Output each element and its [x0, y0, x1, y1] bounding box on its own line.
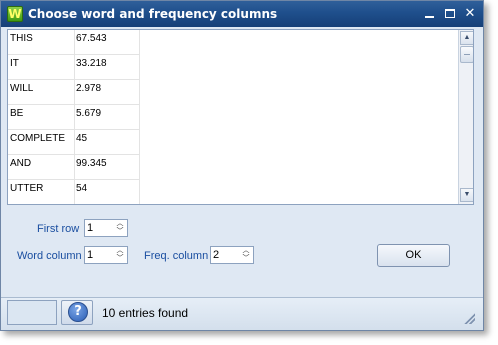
spin-up-icon[interactable]: ︿ [115, 247, 125, 255]
dialog-window: W Choose word and frequency columns ✕ TH… [0, 0, 484, 331]
word-cell: WILL [10, 83, 34, 94]
spin-up-icon[interactable]: ︿ [241, 247, 251, 255]
word-cell: IT [10, 58, 19, 69]
resize-grip-icon[interactable] [463, 312, 475, 324]
scroll-thumb[interactable] [460, 46, 473, 63]
word-column-value[interactable]: 1 [87, 249, 93, 261]
scroll-down-icon: ▼ [463, 191, 471, 198]
window-title: Choose word and frequency columns [28, 7, 278, 21]
first-row-arrows: ︿ ﹀ [115, 220, 125, 236]
table-row[interactable]: BE 5.679 [8, 105, 140, 130]
table-row[interactable]: AND 99.345 [8, 155, 140, 180]
spin-down-icon[interactable]: ﹀ [115, 228, 125, 236]
status-pane [7, 300, 57, 325]
status-bar: ? 10 entries found [1, 297, 483, 330]
first-row-stepper[interactable]: 1 ︿ ﹀ [84, 219, 128, 237]
first-row-value[interactable]: 1 [87, 222, 93, 234]
freq-cell: 67.543 [74, 30, 139, 55]
table-row[interactable]: IT 33.218 [8, 55, 140, 80]
first-row-label: First row [37, 223, 80, 235]
word-cell: COMPLETE [10, 133, 66, 144]
scroll-down-button[interactable]: ▼ [460, 188, 473, 202]
spin-up-icon[interactable]: ︿ [115, 220, 125, 228]
table-row[interactable]: COMPLETE 45 [8, 130, 140, 155]
app-icon: W [7, 6, 23, 22]
vertical-scrollbar[interactable]: ▲ ▼ [458, 30, 473, 204]
maximize-icon [445, 9, 455, 18]
freq-cell: 45 [74, 130, 139, 155]
word-column-label: Word column [17, 250, 82, 262]
word-cell: AND [10, 158, 32, 169]
close-button[interactable]: ✕ [461, 5, 479, 22]
minimize-button[interactable] [421, 5, 439, 22]
freq-column-value[interactable]: 2 [213, 249, 219, 261]
maximize-button[interactable] [441, 5, 459, 22]
spin-down-icon[interactable]: ﹀ [241, 255, 251, 263]
preview-list[interactable]: THIS 67.543 IT 33.218 WILL 2.978 BE 5.67… [7, 29, 474, 205]
spin-down-icon[interactable]: ﹀ [115, 255, 125, 263]
title-bar[interactable]: W Choose word and frequency columns ✕ [1, 1, 483, 27]
preview-grid: THIS 67.543 IT 33.218 WILL 2.978 BE 5.67… [8, 30, 140, 204]
word-cell: THIS [10, 33, 33, 44]
close-icon: ✕ [464, 6, 476, 21]
minimize-icon [425, 16, 434, 18]
table-row[interactable]: THIS 67.543 [8, 30, 140, 55]
scroll-up-button[interactable]: ▲ [460, 31, 473, 45]
word-cell: UTTER [10, 183, 44, 194]
word-column-stepper[interactable]: 1 ︿ ﹀ [84, 246, 128, 264]
table-row[interactable]: WILL 2.978 [8, 80, 140, 105]
freq-cell: 99.345 [74, 155, 139, 180]
ok-button[interactable]: OK [377, 244, 450, 267]
status-message: 10 entries found [102, 306, 189, 320]
table-row[interactable]: UTTER 54 [8, 180, 140, 204]
grid-column-divider [139, 30, 140, 204]
freq-cell: 54 [74, 180, 139, 204]
freq-column-stepper[interactable]: 2 ︿ ﹀ [210, 246, 254, 264]
freq-cell: 33.218 [74, 55, 139, 80]
scroll-up-icon: ▲ [463, 34, 471, 41]
freq-cell: 2.978 [74, 80, 139, 105]
freq-column-label: Freq. column [144, 250, 209, 262]
help-button[interactable]: ? [61, 300, 93, 325]
word-column-arrows: ︿ ﹀ [115, 247, 125, 263]
word-cell: BE [10, 108, 24, 119]
freq-cell: 5.679 [74, 105, 139, 130]
help-icon: ? [68, 302, 88, 322]
freq-column-arrows: ︿ ﹀ [241, 247, 251, 263]
